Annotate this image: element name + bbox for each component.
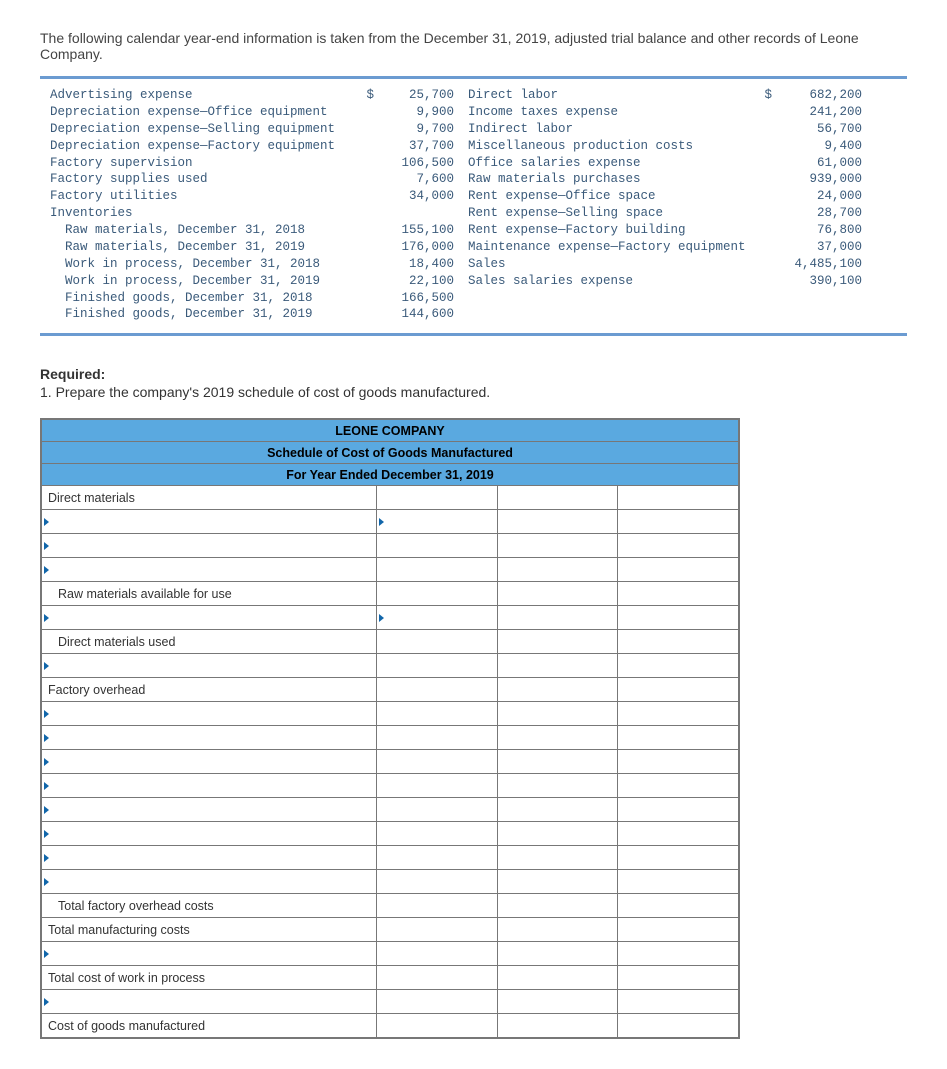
row-direct-used: Direct materials used — [42, 630, 377, 654]
input-direct-used[interactable] — [497, 630, 618, 654]
trial-balance-row: InventoriesRent expense—Selling space28,… — [50, 205, 897, 222]
dropdown-add-wip[interactable] — [42, 942, 377, 966]
trial-balance-row: Raw materials, December 31, 2019176,000M… — [50, 239, 897, 256]
input-dm-1a[interactable] — [377, 510, 498, 534]
input-dm-less[interactable] — [377, 606, 498, 630]
row-total-mfg: Total manufacturing costs — [42, 918, 377, 942]
row-direct-materials: Direct materials — [42, 486, 377, 510]
trial-balance-row: Work in process, December 31, 201818,400… — [50, 256, 897, 273]
input-raw-avail[interactable] — [377, 582, 498, 606]
input-foh-4[interactable] — [377, 774, 498, 798]
trial-balance-row: Factory supervision106,500Office salarie… — [50, 155, 897, 172]
dropdown-foh-5[interactable] — [42, 798, 377, 822]
row-raw-available: Raw materials available for use — [42, 582, 377, 606]
row-total-wip: Total cost of work in process — [42, 966, 377, 990]
trial-balance-row: Factory utilities34,000Rent expense—Offi… — [50, 188, 897, 205]
schedule-table: LEONE COMPANY Schedule of Cost of Goods … — [40, 418, 740, 1039]
dropdown-dm-2[interactable] — [42, 534, 377, 558]
dropdown-dm-1[interactable] — [42, 510, 377, 534]
trial-balance-row: Advertising expense$25,700Direct labor$6… — [50, 87, 897, 104]
input-direct-labor[interactable] — [497, 654, 618, 678]
trial-balance-row: Raw materials, December 31, 2018155,100R… — [50, 222, 897, 239]
dropdown-less-wip[interactable] — [42, 990, 377, 1014]
dropdown-foh-3[interactable] — [42, 750, 377, 774]
trial-balance-row: Finished goods, December 31, 2018166,500 — [50, 290, 897, 307]
input-dm-3a[interactable] — [377, 558, 498, 582]
input-foh-3[interactable] — [377, 750, 498, 774]
trial-balance-row: Depreciation expense—Office equipment9,9… — [50, 104, 897, 121]
dropdown-foh-7[interactable] — [42, 846, 377, 870]
schedule-header-company: LEONE COMPANY — [42, 420, 739, 442]
schedule-header-period: For Year Ended December 31, 2019 — [42, 464, 739, 486]
trial-balance-row: Depreciation expense—Selling equipment9,… — [50, 121, 897, 138]
input-foh-5[interactable] — [377, 798, 498, 822]
dropdown-foh-8[interactable] — [42, 870, 377, 894]
row-factory-overhead: Factory overhead — [42, 678, 377, 702]
input-total-wip[interactable] — [497, 966, 618, 990]
input-cogm[interactable] — [618, 1014, 739, 1038]
trial-balance-box: Advertising expense$25,700Direct labor$6… — [40, 76, 907, 336]
trial-balance-row: Work in process, December 31, 201922,100… — [50, 273, 897, 290]
dropdown-dm-3[interactable] — [42, 558, 377, 582]
input-foh-6[interactable] — [377, 822, 498, 846]
row-total-foh: Total factory overhead costs — [42, 894, 377, 918]
dropdown-dm-less[interactable] — [42, 606, 377, 630]
input-foh-8[interactable] — [377, 870, 498, 894]
trial-balance-row: Factory supplies used7,600Raw materials … — [50, 171, 897, 188]
dropdown-foh-6[interactable] — [42, 822, 377, 846]
dropdown-direct-labor[interactable] — [42, 654, 377, 678]
input-add-wip[interactable] — [497, 942, 618, 966]
input-less-wip[interactable] — [497, 990, 618, 1014]
schedule-header-title: Schedule of Cost of Goods Manufactured — [42, 442, 739, 464]
input-total-foh[interactable] — [497, 894, 618, 918]
trial-balance-row: Depreciation expense—Factory equipment37… — [50, 138, 897, 155]
input-dm-2a[interactable] — [377, 534, 498, 558]
dropdown-foh-4[interactable] — [42, 774, 377, 798]
intro-text: The following calendar year-end informat… — [40, 30, 907, 62]
required-header: Required: — [40, 366, 907, 382]
dropdown-foh-1[interactable] — [42, 702, 377, 726]
input-foh-7[interactable] — [377, 846, 498, 870]
input-foh-2[interactable] — [377, 726, 498, 750]
input-foh-1[interactable] — [377, 702, 498, 726]
required-text: 1. Prepare the company's 2019 schedule o… — [40, 384, 907, 400]
trial-balance-row: Finished goods, December 31, 2019144,600 — [50, 306, 897, 323]
dropdown-foh-2[interactable] — [42, 726, 377, 750]
input-total-mfg[interactable] — [497, 918, 618, 942]
row-cogm: Cost of goods manufactured — [42, 1014, 377, 1038]
